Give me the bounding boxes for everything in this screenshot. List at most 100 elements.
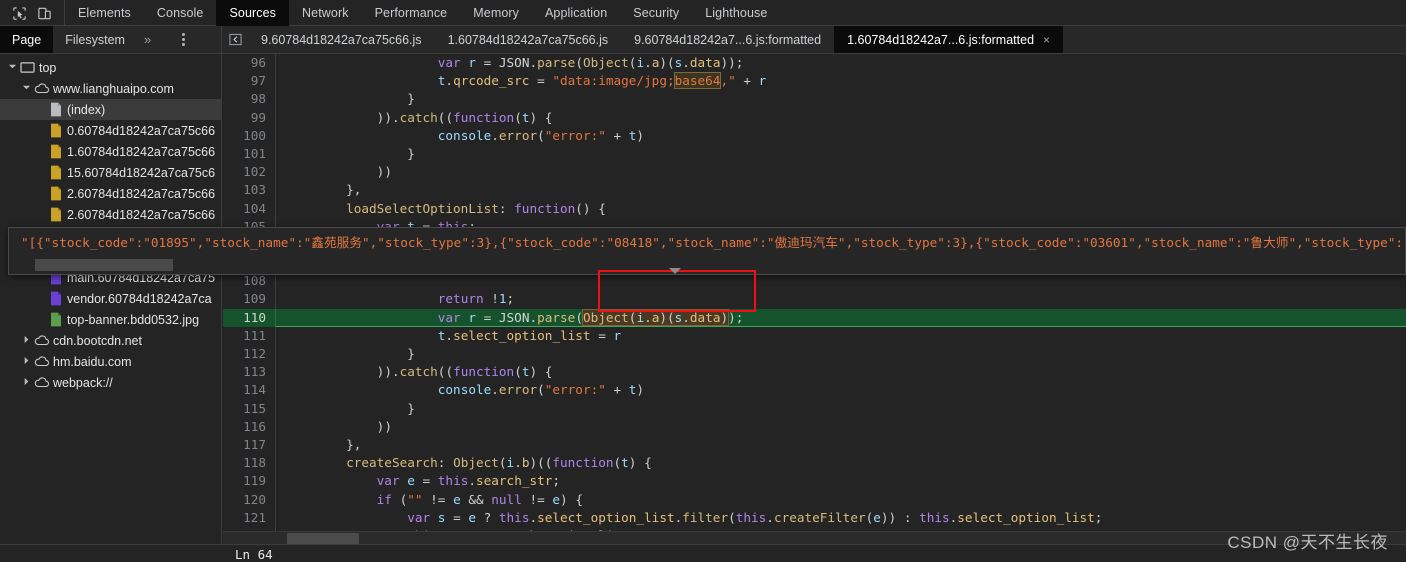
code-text[interactable]: } [276, 400, 1406, 418]
line-number[interactable]: 104 [223, 199, 276, 218]
line-number[interactable]: 101 [223, 144, 276, 164]
tree-item-0-60784d18242a7ca75c66[interactable]: 0.60784d18242a7ca75c66 [0, 120, 221, 141]
panel-tab-memory[interactable]: Memory [460, 0, 532, 26]
tree-item-www-lianghuaipo-com[interactable]: www.lianghuaipo.com [0, 78, 221, 99]
editor-tab-1-js[interactable]: 1.60784d18242a7ca75c66.js [435, 26, 622, 53]
code-line[interactable]: 98 } [223, 90, 1406, 109]
code-text[interactable]: var e = this.search_str; [276, 472, 1406, 490]
code-line[interactable]: 120 if ("" != e && null != e) { [223, 490, 1406, 509]
code-line[interactable]: 111 t.select_option_list = r [223, 326, 1406, 346]
navigator-options-icon[interactable] [172, 26, 195, 53]
editor-tab-9-js[interactable]: 9.60784d18242a7ca75c66.js [248, 26, 435, 53]
code-text[interactable]: } [276, 90, 1406, 108]
code-text[interactable]: )).catch((function(t) { [276, 109, 1406, 127]
tree-item-15-60784d18242a7ca75c6[interactable]: 15.60784d18242a7ca75c6 [0, 162, 221, 183]
tree-item-2-60784d18242a7ca75c66[interactable]: 2.60784d18242a7ca75c66 [0, 183, 221, 204]
device-toolbar-icon[interactable] [33, 4, 55, 23]
code-text[interactable]: console.error("error:" + t) [276, 381, 1406, 399]
tree-item-cdn-bootcdn-net[interactable]: cdn.bootcdn.net [0, 330, 221, 351]
line-number[interactable]: 110 [223, 308, 276, 327]
code-line[interactable]: 114 console.error("error:" + t) [223, 381, 1406, 400]
code-text[interactable]: var r = JSON.parse(Object(i.a)(s.data)); [276, 308, 1406, 327]
line-number[interactable]: 96 [223, 54, 276, 73]
tree-item-hm-baidu-com[interactable]: hm.baidu.com [0, 351, 221, 372]
code-text[interactable]: var r = JSON.parse(Object(i.a)(s.data)); [276, 54, 1406, 72]
code-text[interactable]: console.error("error:" + t) [276, 127, 1406, 145]
navigator-tab-page[interactable]: Page [0, 26, 54, 53]
code-line[interactable]: 99 )).catch((function(t) { [223, 108, 1406, 127]
code-line[interactable]: 117 }, [223, 435, 1406, 455]
code-line[interactable]: 118 createSearch: Object(i.b)((function(… [223, 454, 1406, 473]
code-text[interactable]: createSearch: Object(i.b)((function(t) { [276, 454, 1406, 472]
selected-expression[interactable]: Object(i.a)(s.data) [581, 308, 730, 326]
panel-tab-elements[interactable]: Elements [65, 0, 144, 26]
line-number[interactable]: 114 [223, 381, 276, 400]
inspect-element-icon[interactable] [8, 4, 30, 23]
code-text[interactable]: t.select_option_list = r [276, 327, 1406, 345]
code-text[interactable]: } [276, 345, 1406, 363]
close-icon[interactable]: × [1043, 33, 1050, 47]
line-number[interactable]: 100 [223, 126, 276, 145]
line-number[interactable]: 119 [223, 472, 276, 491]
tree-item-2-60784d18242a7ca75c66[interactable]: 2.60784d18242a7ca75c66 [0, 204, 221, 225]
scrollbar-thumb[interactable] [287, 533, 359, 544]
code-line[interactable]: 97 t.qrcode_src = "data:image/jpg;base64… [223, 72, 1406, 91]
line-number[interactable]: 112 [223, 345, 276, 364]
code-line[interactable]: 121 var s = e ? this.select_option_list.… [223, 508, 1406, 527]
tooltip-scrollbar[interactable] [35, 259, 173, 271]
line-number[interactable]: 120 [223, 490, 276, 509]
code-text[interactable]: }, [276, 436, 1406, 454]
line-number[interactable]: 103 [223, 181, 276, 200]
code-text[interactable]: loadSelectOptionList: function() { [276, 200, 1406, 218]
chevron-right-icon[interactable] [20, 356, 33, 367]
editor-tab-1-js-formatted[interactable]: 1.60784d18242a7...6.js:formatted × [834, 26, 1064, 53]
panel-tab-performance[interactable]: Performance [362, 0, 461, 26]
code-line[interactable]: 103 }, [223, 181, 1406, 200]
chevron-right-icon[interactable] [20, 335, 33, 346]
code-text[interactable]: )) [276, 418, 1406, 436]
panel-tab-application[interactable]: Application [532, 0, 620, 26]
line-number[interactable]: 115 [223, 399, 276, 418]
object-value-tooltip[interactable]: "[{"stock_code":"01895","stock_name":"鑫苑… [8, 227, 1406, 275]
tree-item-index[interactable]: (index) [0, 99, 221, 120]
line-number[interactable]: 118 [223, 454, 276, 473]
tab-scroll-left-icon[interactable] [222, 26, 248, 53]
code-line[interactable]: 96 var r = JSON.parse(Object(i.a)(s.data… [223, 54, 1406, 73]
code-line[interactable]: 104 loadSelectOptionList: function() { [223, 199, 1406, 218]
code-line[interactable]: 110 var r = JSON.parse(Object(i.a)(s.dat… [223, 308, 1406, 327]
chevron-down-icon[interactable] [20, 83, 33, 94]
line-number[interactable]: 97 [223, 72, 276, 91]
navigator-tab-filesystem[interactable]: Filesystem [53, 26, 137, 53]
panel-tab-sources[interactable]: Sources [216, 0, 290, 26]
tree-item-webpack[interactable]: webpack:// [0, 372, 221, 393]
code-line[interactable]: 109 return !1; [223, 290, 1406, 309]
line-number[interactable]: 102 [223, 163, 276, 182]
code-line[interactable]: 100 console.error("error:" + t) [223, 126, 1406, 145]
code-text[interactable]: )).catch((function(t) { [276, 363, 1406, 381]
chevron-down-icon[interactable] [6, 62, 19, 73]
code-text[interactable]: }, [276, 181, 1406, 199]
line-number[interactable]: 116 [223, 417, 276, 436]
panel-tab-lighthouse[interactable]: Lighthouse [692, 0, 780, 26]
code-line[interactable]: 113 )).catch((function(t) { [223, 363, 1406, 382]
source-code-editor[interactable]: 96 var r = JSON.parse(Object(i.a)(s.data… [223, 54, 1406, 562]
tree-item-vendor-60784d18242a7ca[interactable]: vendor.60784d18242a7ca [0, 288, 221, 309]
code-line[interactable]: 101 } [223, 144, 1406, 164]
tree-item-top-banner-bdd0532-jpg[interactable]: top-banner.bdd0532.jpg [0, 309, 221, 330]
code-line[interactable]: 112 } [223, 345, 1406, 364]
code-text[interactable]: var s = e ? this.select_option_list.filt… [276, 509, 1406, 527]
line-number[interactable]: 99 [223, 108, 276, 127]
line-number[interactable]: 117 [223, 435, 276, 455]
tree-item-1-60784d18242a7ca75c66[interactable]: 1.60784d18242a7ca75c66 [0, 141, 221, 162]
line-number[interactable]: 109 [223, 290, 276, 309]
code-line[interactable]: 115 } [223, 399, 1406, 418]
line-number[interactable]: 121 [223, 508, 276, 527]
code-line[interactable]: 102 )) [223, 163, 1406, 182]
navigator-file-tree[interactable]: top www.lianghuaipo.com (index) 0.60784d182… [0, 54, 222, 562]
code-line[interactable]: 116 )) [223, 417, 1406, 436]
panel-tab-console[interactable]: Console [144, 0, 217, 26]
line-number[interactable]: 111 [223, 326, 276, 346]
code-line[interactable]: 119 var e = this.search_str; [223, 472, 1406, 491]
editor-tab-9-js-formatted[interactable]: 9.60784d18242a7...6.js:formatted [621, 26, 834, 53]
tree-item-top[interactable]: top [0, 57, 221, 78]
